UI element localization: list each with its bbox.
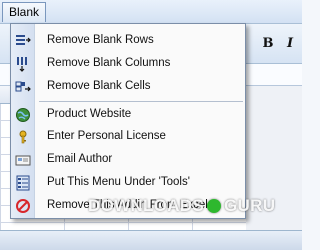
columns-icon — [15, 56, 31, 72]
blank-dropdown-menu: Remove Blank Rows Remove Blank Columns R… — [10, 23, 246, 219]
menu-item-label: Email Author — [47, 153, 113, 165]
watermark-left-text: DOWNLOADS — [88, 196, 205, 215]
envelope-icon — [15, 152, 31, 168]
menu-separator — [39, 101, 243, 102]
sheet-tab-bar — [0, 230, 302, 250]
menu-item-enter-personal-license[interactable]: Enter Personal License — [11, 126, 245, 148]
watermark-dot-icon — [207, 199, 222, 213]
watermark-right-text: GURU — [224, 196, 276, 215]
menu-item-label: Enter Personal License — [47, 130, 166, 142]
cells-icon — [15, 79, 31, 95]
menu-item-label: Product Website — [47, 108, 132, 120]
rows-icon — [15, 33, 31, 49]
key-icon — [15, 129, 31, 145]
menu-item-product-website[interactable]: Product Website — [11, 104, 245, 126]
menu-item-label: Remove Blank Columns — [47, 57, 171, 69]
menu-item-label: Remove Blank Rows — [47, 34, 154, 46]
prohibited-icon — [15, 198, 31, 214]
menu-item-remove-blank-cells[interactable]: Remove Blank Cells — [11, 76, 245, 98]
downloads-guru-watermark: DOWNLOADS GURU — [88, 196, 298, 222]
menu-item-email-author[interactable]: Email Author — [11, 149, 245, 171]
menu-item-remove-blank-rows[interactable]: Remove Blank Rows — [11, 30, 245, 52]
blank-menu-button[interactable]: Blank — [2, 2, 47, 22]
menu-item-remove-blank-columns[interactable]: Remove Blank Columns — [11, 53, 245, 75]
task-pane-edge — [246, 86, 302, 250]
menu-item-label: Put This Menu Under 'Tools' — [47, 176, 190, 188]
menu-item-label: Remove Blank Cells — [47, 80, 151, 92]
excel-menubar: Blank — [0, 0, 302, 24]
italic-button[interactable]: I — [282, 36, 298, 52]
toolbar-icon — [15, 175, 31, 191]
globe-icon — [15, 107, 31, 123]
bold-button[interactable]: B — [260, 36, 276, 52]
menu-item-put-menu-under-tools[interactable]: Put This Menu Under 'Tools' — [11, 172, 245, 194]
